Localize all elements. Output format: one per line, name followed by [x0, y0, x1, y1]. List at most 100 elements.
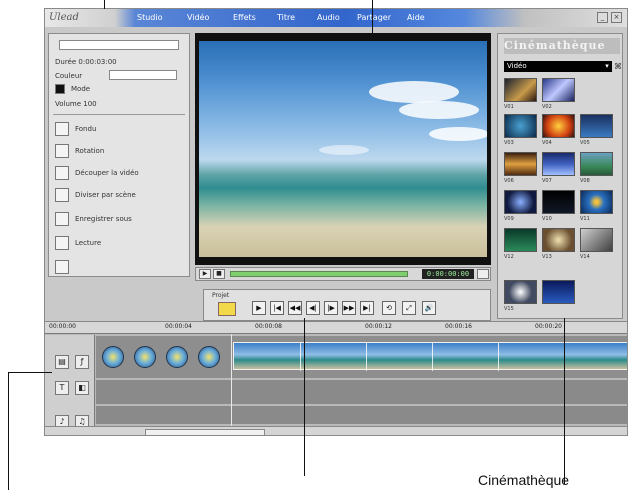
stop-button[interactable]: ■ [213, 269, 225, 279]
library-thumbnail[interactable] [542, 114, 575, 138]
fade-icon[interactable] [55, 122, 69, 136]
playhead[interactable] [231, 334, 232, 435]
fx-icon[interactable]: ƒ [75, 355, 89, 369]
thumbnail-label: V10 [542, 216, 552, 222]
next-frame-icon[interactable]: |▶ [324, 301, 338, 315]
app-logo: Ulead [49, 12, 79, 23]
library-thumbnail[interactable] [542, 152, 575, 176]
rotate-label: Rotation [75, 147, 105, 155]
library-thumbnail[interactable] [504, 190, 537, 214]
close-button[interactable]: × [611, 12, 622, 23]
ruler-tick-label: 00:00:08 [255, 323, 282, 330]
library-folder-select[interactable]: Vidéo [504, 61, 612, 72]
clip-divider [432, 343, 433, 371]
title-track-icon[interactable]: T [55, 381, 69, 395]
zoom-button[interactable] [477, 269, 489, 279]
save-as-icon[interactable] [55, 212, 69, 226]
project-label: Projet [212, 292, 230, 299]
clip-icon[interactable] [55, 260, 69, 274]
duration-field[interactable] [109, 70, 177, 80]
color-swatch[interactable] [55, 84, 65, 94]
library-thumbnail[interactable] [504, 78, 537, 102]
library-thumbnail[interactable] [580, 152, 613, 176]
library-thumbnail[interactable] [542, 280, 575, 304]
fullscreen-icon[interactable]: ⤢ [402, 301, 416, 315]
menu-item-effects[interactable]: Effets [233, 12, 256, 24]
scrollbar-thumb[interactable] [145, 429, 265, 435]
menu-item-title[interactable]: Titre [277, 12, 295, 24]
cloud-shape [399, 101, 479, 119]
play-button[interactable]: ▶ [199, 269, 211, 279]
options-header-field [59, 40, 179, 50]
trim-icon[interactable] [55, 166, 69, 180]
chevron-down-icon[interactable]: ▾ [602, 61, 612, 72]
volume-icon[interactable]: 🔊 [422, 301, 436, 315]
menu-item-studio[interactable]: Studio [137, 12, 162, 24]
library-thumbnail[interactable] [504, 280, 537, 304]
go-to-start-icon[interactable]: |◀ [270, 301, 284, 315]
library-thumbnail[interactable] [542, 78, 575, 102]
callout-line [8, 372, 52, 373]
timeline: 00:00:00 00:00:04 00:00:08 00:00:12 00:0… [45, 321, 627, 435]
library-thumbnail[interactable] [580, 190, 613, 214]
library-thumbnail[interactable] [580, 114, 613, 138]
transition-thumbnail[interactable] [134, 346, 156, 368]
thumbnail-label: V05 [580, 140, 590, 146]
library-thumbnail[interactable] [542, 228, 575, 252]
overlay-track-icon[interactable]: ◧ [75, 381, 89, 395]
fast-forward-icon[interactable]: ▶▶ [342, 301, 356, 315]
ruler-tick-label: 00:00:16 [445, 323, 472, 330]
library-panel: Cinémathèque Vidéo ▾ ⌘ V01 V02 V03 V04 V… [497, 33, 623, 319]
fade-label: Fondu [75, 125, 97, 133]
repeat-icon[interactable]: ⟲ [382, 301, 396, 315]
playback-label: Lecture [75, 239, 102, 247]
volume-label: Volume 100 [55, 100, 97, 108]
video-track[interactable] [96, 336, 627, 378]
library-options-icon[interactable]: ⌘ [614, 61, 623, 72]
thumbnail-label: V14 [580, 254, 590, 260]
library-thumbnail[interactable] [504, 228, 537, 252]
project-clip-icon[interactable] [218, 302, 236, 316]
video-clip[interactable] [233, 342, 627, 371]
library-thumbnail[interactable] [542, 190, 575, 214]
scrub-bar[interactable] [230, 271, 408, 277]
rewind-icon[interactable]: ◀◀ [288, 301, 302, 315]
thumbnail-label: V11 [580, 216, 590, 222]
menu-item-video[interactable]: Vidéo [187, 12, 209, 24]
ruler-tick-label: 00:00:20 [535, 323, 562, 330]
list-icon[interactable] [55, 236, 69, 250]
minimize-button[interactable]: _ [597, 12, 608, 23]
trim-label: Découper la vidéo [75, 169, 139, 177]
transition-thumbnail[interactable] [102, 346, 124, 368]
thumbnail-label: V07 [542, 178, 552, 184]
menu-item-audio[interactable]: Audio [317, 12, 340, 24]
thumbnail-label: V04 [542, 140, 552, 146]
audio-track[interactable] [96, 406, 627, 424]
split-scene-icon[interactable] [55, 188, 69, 202]
menu-item-share[interactable]: Partager [357, 12, 391, 24]
timeline-ruler[interactable]: 00:00:00 00:00:04 00:00:08 00:00:12 00:0… [45, 322, 627, 334]
cloud-shape [319, 145, 369, 155]
cloud-shape [369, 81, 459, 103]
transition-thumbnail[interactable] [198, 346, 220, 368]
previous-frame-icon[interactable]: ◀| [306, 301, 320, 315]
timeline-scrollbar[interactable] [45, 426, 627, 435]
library-caption: Cinémathèque [478, 472, 570, 488]
timecode-display[interactable]: 0:00:00:00 [422, 269, 474, 279]
transition-thumbnail[interactable] [166, 346, 188, 368]
library-thumbnail[interactable] [504, 152, 537, 176]
rotate-icon[interactable] [55, 144, 69, 158]
video-editor-window: Ulead Studio Vidéo Effets Titre Audio Pa… [44, 8, 628, 436]
library-thumbnail[interactable] [580, 228, 613, 252]
overlay-track[interactable] [96, 380, 627, 404]
save-as-label: Enregistrer sous [75, 215, 132, 223]
library-thumbnail[interactable] [504, 114, 537, 138]
library-title: Cinémathèque [504, 38, 620, 54]
play-icon[interactable]: ▶ [252, 301, 266, 315]
go-to-end-icon[interactable]: ▶| [360, 301, 374, 315]
thumbnail-label: V01 [504, 104, 514, 110]
thumbnail-label: V06 [504, 178, 514, 184]
thumbnail-label: V13 [542, 254, 552, 260]
video-track-icon[interactable]: ▤ [55, 355, 69, 369]
menu-item-help[interactable]: Aide [407, 12, 425, 24]
